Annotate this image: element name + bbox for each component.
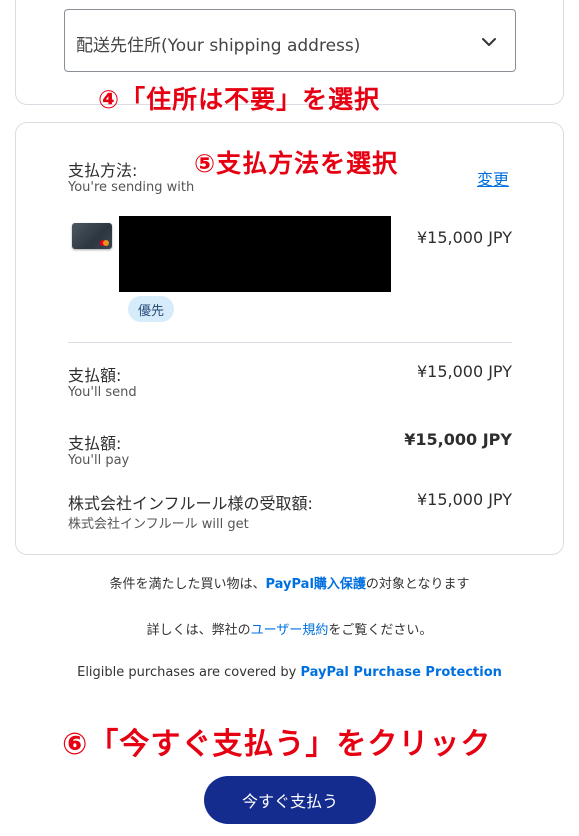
purchase-protection-link[interactable]: PayPal購入保護 <box>265 577 365 592</box>
payment-method-amount: ¥15,000 JPY <box>416 228 512 247</box>
summary-sub: 株式会社インフルール will get <box>68 517 249 532</box>
protection-line-2: 詳しくは、弊社のユーザー規約をご覧ください。 <box>146 623 433 638</box>
payment-method-sub: You're sending with <box>68 180 195 195</box>
shipping-address-value: 配送先住所(Your shipping address) <box>76 36 361 56</box>
summary-label: 支払額: <box>68 434 122 453</box>
shipping-address-select[interactable]: 配送先住所(Your shipping address) <box>64 9 516 72</box>
user-agreement-link[interactable]: ユーザー規約 <box>251 623 329 638</box>
priority-badge: 優先 <box>128 296 174 322</box>
summary-sub: You'll pay <box>68 453 130 468</box>
summary-label: 株式会社インフルール様の受取額: <box>68 494 313 513</box>
annotation-step5: ⑤支払方法を選択 <box>194 149 399 178</box>
divider <box>68 342 512 343</box>
summary-amount-total: ¥15,000 JPY <box>404 430 512 449</box>
change-payment-link[interactable]: 変更 <box>477 166 509 190</box>
purchase-protection-link-en[interactable]: PayPal Purchase Protection <box>300 665 501 680</box>
summary-sub: You'll send <box>68 385 137 400</box>
credit-card-icon <box>72 223 112 249</box>
redacted-card-info <box>119 216 391 292</box>
summary-label: 支払額: <box>68 366 122 385</box>
payment-method-label: 支払方法: <box>68 161 138 180</box>
protection-line-3: Eligible purchases are covered by PayPal… <box>77 665 502 680</box>
summary-amount: ¥15,000 JPY <box>416 362 512 381</box>
annotation-step6: ⑥「今すぐ支払う」をクリック <box>62 727 492 762</box>
pay-now-button[interactable]: 今すぐ支払う <box>204 776 376 824</box>
summary-amount: ¥15,000 JPY <box>416 490 512 509</box>
annotation-step4: ④「住所は不要」を選択 <box>98 85 381 114</box>
chevron-down-icon <box>482 38 496 46</box>
protection-line-1: 条件を満たした買い物は、PayPal購入保護の対象となります <box>109 577 470 592</box>
